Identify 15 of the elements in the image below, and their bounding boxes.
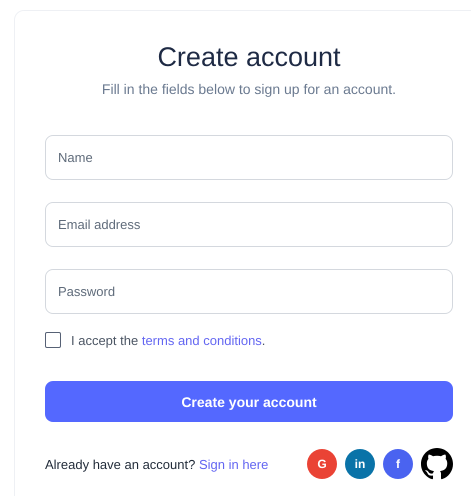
signin-link[interactable]: Sign in here xyxy=(198,456,268,472)
github-icon[interactable] xyxy=(421,448,453,480)
linkedin-button[interactable]: in xyxy=(345,449,375,479)
terms-checkbox[interactable] xyxy=(45,332,61,348)
terms-label: I accept the terms and conditions. xyxy=(71,332,266,348)
create-account-button[interactable]: Create your account xyxy=(45,381,453,422)
page-title: Create account xyxy=(156,41,342,73)
input-field[interactable]: Email address xyxy=(45,202,453,247)
subtitle: Fill in the fields below to sign up for an account. xyxy=(100,81,398,97)
input-field[interactable]: Password xyxy=(45,269,453,314)
facebook-button[interactable]: f xyxy=(383,449,413,479)
terms-link[interactable]: terms and conditions xyxy=(142,332,262,348)
google-button[interactable]: G xyxy=(307,449,337,479)
signin-prompt: Already have an account? Sign in here xyxy=(45,456,268,472)
input-field[interactable]: Name xyxy=(45,135,453,180)
